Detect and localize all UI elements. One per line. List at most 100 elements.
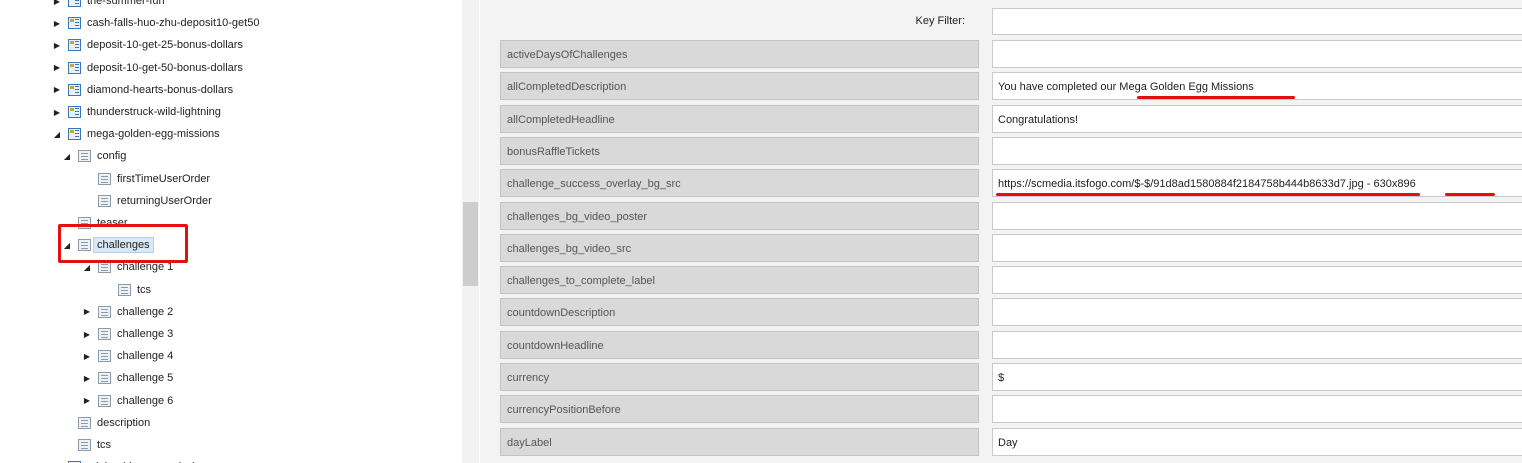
tree-item[interactable]: ▶ challenge 5: [82, 369, 173, 387]
tree-item[interactable]: ▶mini-golden-egg-missions: [52, 458, 212, 463]
tree-item-label[interactable]: thunderstruck-wild-lightning: [87, 106, 221, 118]
tree-item-label[interactable]: tcs: [137, 284, 151, 296]
document-item-icon: [98, 372, 111, 385]
field-value-input[interactable]: $: [992, 363, 1522, 391]
expand-arrow-icon[interactable]: ▶: [82, 307, 92, 316]
tree-item-label[interactable]: challenge 2: [117, 306, 173, 318]
collapse-arrow-icon[interactable]: ◢: [52, 130, 62, 139]
config-item-icon: [68, 39, 81, 52]
field-row: countdownDescription: [500, 298, 1522, 327]
expand-arrow-icon[interactable]: ▶: [82, 396, 92, 405]
field-value-input[interactable]: Congratulations!: [992, 104, 1522, 133]
tree-item[interactable]: description: [62, 414, 150, 432]
collapse-arrow-icon[interactable]: ◢: [62, 152, 72, 161]
field-value-input[interactable]: [992, 330, 1522, 359]
field-key: allCompletedHeadline: [500, 104, 979, 133]
field-value-input[interactable]: Day: [992, 427, 1522, 456]
field-row: bonusRaffleTickets: [500, 136, 1522, 165]
tree-item-label[interactable]: challenge 1: [117, 261, 173, 273]
field-key: challenge_success_overlay_bg_src: [500, 169, 979, 198]
field-key: currencyPositionBefore: [500, 395, 979, 424]
config-item-icon: [68, 61, 81, 74]
document-item-icon: [118, 283, 131, 296]
tree-item[interactable]: ▶ challenge 2: [82, 303, 173, 321]
tree-item[interactable]: ▶ diamond-hearts-bonus-dollars: [52, 81, 233, 99]
tree-scrollbar[interactable]: [462, 0, 479, 463]
field-row: challenges_bg_video_poster: [500, 201, 1522, 230]
expand-arrow-icon[interactable]: ▶: [82, 330, 92, 339]
field-key: challenges_bg_video_src: [500, 233, 979, 262]
document-item-icon: [98, 261, 111, 274]
collapse-arrow-icon[interactable]: ◢: [82, 263, 92, 272]
tree-item[interactable]: ▶ deposit-10-get-25-bonus-dollars: [52, 36, 243, 54]
config-item-icon: [68, 128, 81, 141]
field-key: challenges_bg_video_poster: [500, 201, 979, 230]
expand-arrow-icon[interactable]: ▶: [52, 63, 62, 72]
config-item-icon: [68, 106, 81, 118]
underline-mark: [1445, 193, 1495, 197]
expand-arrow-icon[interactable]: ▶: [82, 352, 92, 361]
tree-item[interactable]: ▶ cash-falls-huo-zhu-deposit10-get50: [52, 14, 259, 32]
field-value-input[interactable]: [992, 266, 1522, 295]
field-row: currencyPositionBefore: [500, 395, 1522, 424]
field-row: allCompletedHeadline Congratulations!: [500, 104, 1522, 133]
tree-item[interactable]: tcs: [102, 281, 151, 299]
tree-item-label[interactable]: cash-falls-huo-zhu-deposit10-get50: [87, 17, 259, 29]
tree-item-label[interactable]: challenge 4: [117, 350, 173, 362]
document-item-icon: [98, 172, 111, 185]
tree-item[interactable]: ◢ mega-golden-egg-missions: [52, 125, 220, 143]
expand-arrow-icon[interactable]: ▶: [52, 0, 62, 6]
expand-arrow-icon[interactable]: ▶: [52, 41, 62, 50]
tree-item-label[interactable]: challenge 5: [117, 372, 173, 384]
tree-item[interactable]: ◢ config: [62, 147, 126, 165]
expand-arrow-icon[interactable]: ▶: [52, 19, 62, 28]
field-value-input[interactable]: [992, 136, 1522, 165]
field-value-input[interactable]: [992, 201, 1522, 230]
tree-item-label[interactable]: description: [97, 417, 150, 429]
tree-item-label[interactable]: tcs: [97, 439, 111, 451]
field-editor: Key Filter: activeDaysOfChallenges allCom…: [480, 0, 1522, 463]
key-filter-input[interactable]: [992, 8, 1522, 35]
field-key: dayLabel: [500, 427, 979, 456]
expand-arrow-icon[interactable]: ▶: [52, 108, 62, 117]
field-row: activeDaysOfChallenges: [500, 40, 1522, 68]
field-value-input[interactable]: [992, 298, 1522, 327]
field-row: currency $: [500, 363, 1522, 391]
field-value-input[interactable]: [992, 233, 1522, 262]
field-key: bonusRaffleTickets: [500, 136, 979, 165]
document-item-icon: [98, 328, 111, 340]
tree-item-label[interactable]: diamond-hearts-bonus-dollars: [87, 84, 233, 96]
field-row: dayLabel Day: [500, 427, 1522, 456]
tree-item-label[interactable]: firstTimeUserOrder: [117, 173, 210, 185]
underline-mark: [1137, 96, 1295, 100]
tree-item-label[interactable]: challenge 6: [117, 395, 173, 407]
tree-item[interactable]: firstTimeUserOrder: [82, 170, 210, 188]
field-value-input[interactable]: [992, 395, 1522, 424]
field-key: countdownDescription: [500, 298, 979, 327]
document-item-icon: [98, 194, 111, 207]
tree-scrollbar-thumb[interactable]: [463, 202, 478, 286]
tree-item-label[interactable]: deposit-10-get-50-bonus-dollars: [87, 62, 243, 74]
expand-arrow-icon[interactable]: ▶: [52, 85, 62, 94]
tree-item[interactable]: ▶ the-summer-fun: [52, 0, 165, 10]
tree-item-label[interactable]: returningUserOrder: [117, 195, 212, 207]
tree-item[interactable]: tcs: [62, 436, 111, 454]
field-value-input[interactable]: [992, 40, 1522, 68]
tree-item-label[interactable]: config: [97, 150, 126, 162]
field-row: challenges_bg_video_src: [500, 233, 1522, 262]
highlight-box-challenges: [58, 224, 188, 263]
tree-item[interactable]: returningUserOrder: [82, 192, 212, 210]
tree-item-label[interactable]: challenge 3: [117, 328, 173, 340]
tree-item[interactable]: ▶ challenge 3: [82, 325, 173, 343]
field-key: countdownHeadline: [500, 330, 979, 359]
expand-arrow-icon[interactable]: ▶: [82, 374, 92, 383]
document-item-icon: [78, 150, 91, 163]
tree-item-label[interactable]: the-summer-fun: [87, 0, 165, 7]
tree-item[interactable]: ▶ challenge 6: [82, 392, 173, 410]
tree-item[interactable]: ▶ challenge 4: [82, 347, 173, 365]
tree-item[interactable]: ▶ thunderstruck-wild-lightning: [52, 103, 221, 121]
tree-item-label[interactable]: mega-golden-egg-missions: [87, 128, 220, 140]
tree-item[interactable]: ▶ deposit-10-get-50-bonus-dollars: [52, 59, 243, 77]
document-item-icon: [98, 394, 111, 407]
tree-item-label[interactable]: deposit-10-get-25-bonus-dollars: [87, 39, 243, 51]
